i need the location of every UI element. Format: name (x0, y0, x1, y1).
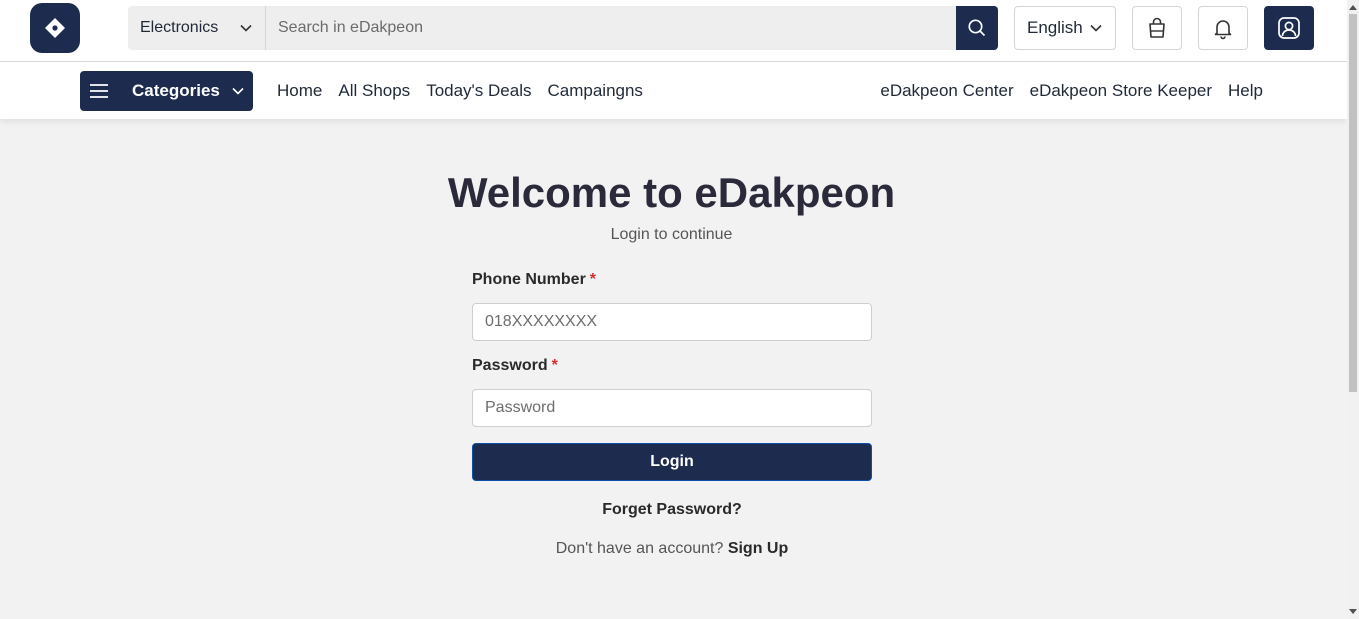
login-section: Welcome to eDakpeon Login to continue Ph… (0, 119, 1347, 619)
category-select-value: Electronics (140, 19, 219, 36)
language-select[interactable]: English (1014, 6, 1116, 50)
nav-link-help[interactable]: Help (1228, 81, 1263, 101)
signup-line: Don't have an account? Sign Up (472, 540, 872, 558)
diamond-logo-icon (45, 18, 65, 38)
login-button[interactable]: Login (472, 443, 872, 481)
phone-number-input[interactable] (472, 303, 872, 341)
signup-link[interactable]: Sign Up (728, 540, 788, 557)
main-nav: Categories Home All Shops Today's Deals … (0, 62, 1347, 119)
top-header: Electronics English (0, 0, 1347, 62)
nav-link-todays-deals[interactable]: Today's Deals (426, 81, 531, 101)
nav-link-all-shops[interactable]: All Shops (338, 81, 410, 101)
category-select[interactable]: Electronics (128, 6, 266, 50)
chevron-down-icon (232, 87, 244, 95)
nav-link-edakpeon-center[interactable]: eDakpeon Center (880, 81, 1013, 101)
nav-link-store-keeper[interactable]: eDakpeon Store Keeper (1030, 81, 1212, 101)
password-label-text: Password (472, 357, 548, 374)
required-mark: * (589, 271, 597, 288)
page-title: Welcome to eDakpeon (447, 169, 896, 216)
page-scrollbar[interactable] (1347, 0, 1359, 619)
categories-label: Categories (132, 81, 220, 100)
nav-left-links: Home All Shops Today's Deals Campaingns (277, 81, 643, 101)
bell-icon (1214, 20, 1232, 40)
chevron-down-icon (1090, 24, 1102, 32)
scroll-down-arrow[interactable] (1347, 605, 1359, 619)
scroll-thumb[interactable] (1349, 14, 1357, 392)
login-form: Phone Number* Password* Login Forget Pas… (472, 271, 872, 558)
password-input[interactable] (472, 389, 872, 427)
nav-link-home[interactable]: Home (277, 81, 322, 101)
search-bar: Electronics (128, 6, 998, 50)
language-select-value: English (1027, 18, 1083, 37)
page-subtitle: Login to continue (610, 226, 733, 243)
site-logo[interactable] (30, 3, 80, 53)
nav-right-links: eDakpeon Center eDakpeon Store Keeper He… (880, 81, 1263, 101)
menu-icon (90, 84, 108, 98)
forget-password-link[interactable]: Forget Password? (472, 501, 872, 519)
notifications-button[interactable] (1198, 6, 1248, 50)
triangle-down-icon (1349, 609, 1357, 614)
nav-link-campaigns[interactable]: Campaingns (547, 81, 642, 101)
user-account-icon (1278, 17, 1300, 39)
triangle-up-icon (1349, 5, 1357, 10)
chevron-down-icon (240, 24, 252, 32)
cart-button[interactable] (1132, 6, 1182, 50)
categories-button[interactable]: Categories (80, 71, 253, 111)
phone-label-text: Phone Number (472, 271, 586, 288)
signup-prompt: Don't have an account? (555, 540, 724, 557)
password-label: Password * (472, 357, 872, 381)
required-mark: * (551, 357, 558, 374)
page: Electronics English (0, 0, 1347, 619)
search-icon (968, 19, 986, 37)
phone-label: Phone Number * (472, 271, 872, 295)
search-input[interactable] (266, 6, 956, 50)
account-button[interactable] (1264, 6, 1314, 50)
scroll-up-arrow[interactable] (1347, 0, 1359, 14)
search-button[interactable] (956, 6, 998, 50)
shopping-bag-icon (1149, 17, 1165, 38)
